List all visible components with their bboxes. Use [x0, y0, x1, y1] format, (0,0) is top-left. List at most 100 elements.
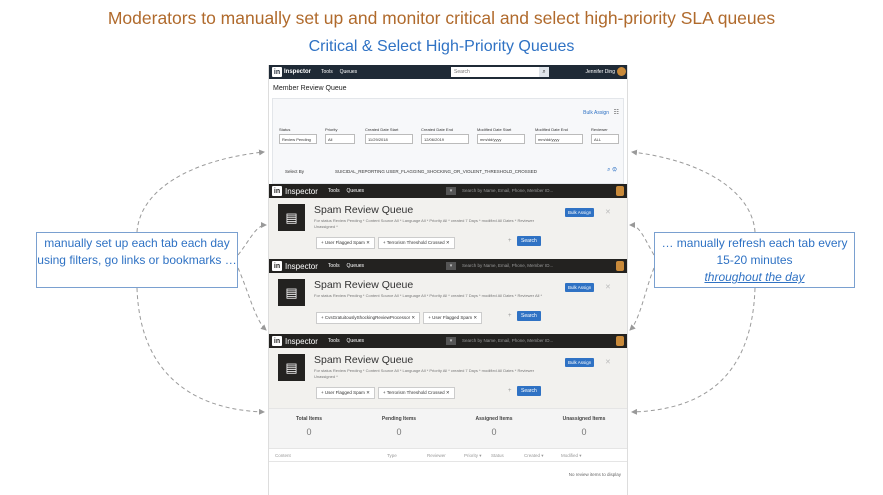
queue-filters-summary: For status Review Pending * Content Sour… — [314, 368, 535, 379]
person-icon[interactable]: ▾ — [446, 337, 456, 345]
avatar[interactable] — [617, 67, 626, 76]
avatar[interactable] — [616, 261, 624, 271]
callout-left-text: manually set up each tab each day using … — [37, 236, 237, 267]
close-icon[interactable]: ✕ — [605, 208, 611, 216]
top-nav-bar: in Inspector Tools Queues Search ⌕ Jenni… — [269, 65, 627, 79]
add-tag-icon[interactable]: + — [508, 238, 512, 244]
linkedin-logo-icon[interactable]: in — [272, 67, 282, 77]
tag-chip[interactable]: + User Flagged Spam ✕ — [423, 312, 483, 324]
column-modified[interactable]: Modified ▾ — [561, 453, 582, 459]
person-icon[interactable]: ▾ — [446, 262, 456, 270]
filter-panel: Bulk Assign ☷ Status Review Pending Prio… — [272, 98, 624, 184]
linkedin-logo-icon[interactable]: in — [272, 186, 282, 196]
filter-modified-end[interactable]: Modified Date End mm/dd/yyyy — [535, 127, 583, 144]
page-title: Member Review Queue — [273, 85, 347, 92]
arrow-left-4 — [136, 287, 265, 415]
bulk-assign-button[interactable]: Bulk Assign — [565, 208, 595, 217]
search-button[interactable]: Search — [517, 386, 541, 396]
avatar[interactable] — [616, 336, 624, 346]
linkedin-logo-icon[interactable]: in — [272, 336, 282, 346]
arrow-right-2 — [629, 222, 655, 256]
column-type[interactable]: Type — [387, 453, 397, 458]
filter-created-end[interactable]: Created Date End 12/06/2019 — [421, 127, 469, 144]
search-input[interactable]: Search by Name, Email, Phone, Member ID.… — [462, 338, 553, 343]
column-created[interactable]: Created ▾ — [524, 453, 544, 459]
user-name[interactable]: Jennifer Ding — [586, 69, 615, 75]
queue-filters-summary: For status Review Pending * Content Sour… — [314, 218, 535, 229]
add-tag-icon[interactable]: + — [508, 313, 512, 319]
person-icon[interactable]: ▾ — [446, 187, 456, 195]
filter-priority[interactable]: Priority All — [325, 127, 355, 144]
search-button[interactable]: Search — [517, 236, 541, 246]
select-by-search-icon[interactable]: ⌕ ⚙ — [607, 167, 617, 174]
nav-menu[interactable]: Tools Queues — [328, 188, 364, 194]
tag-chip[interactable]: + Terrorism Threshold Crossed ✕ — [377, 237, 455, 249]
card-nav-bar: in Inspector Tools Queues ▾ Search by Na… — [269, 334, 627, 348]
linkedin-logo-icon[interactable]: in — [272, 261, 282, 271]
filter-status[interactable]: Status Review Pending — [279, 127, 317, 144]
queue-icon: ▤ — [278, 354, 305, 381]
queue-title: Spam Review Queue — [314, 354, 414, 366]
queue-filters-summary: For status Review Pending * Content Sour… — [314, 293, 543, 298]
nav-menu[interactable]: Tools Queues — [328, 338, 364, 344]
close-icon[interactable]: ✕ — [605, 283, 611, 291]
avatar[interactable] — [616, 186, 624, 196]
card-nav-bar: in Inspector Tools Queues ▾ Search by Na… — [269, 259, 627, 273]
table-header: Content Type Reviewer Priority ▾ Status … — [269, 448, 627, 462]
add-tag-icon[interactable]: + — [508, 388, 512, 394]
tag-chip[interactable]: + User Flagged Spam ✕ — [316, 237, 375, 249]
tag-list: + User Flagged Spam ✕ + Terrorism Thresh… — [316, 387, 455, 399]
select-by-label: Select By — [285, 169, 305, 174]
filter-created-start[interactable]: Created Date Start 11/29/2018 — [365, 127, 413, 144]
bulk-assign-button[interactable]: Bulk Assign — [565, 283, 595, 292]
callout-right: … manually refresh each tab every 15-20 … — [654, 232, 855, 288]
column-status[interactable]: Status — [491, 453, 504, 458]
arrow-right-3 — [629, 267, 655, 331]
search-input[interactable]: Search by Name, Email, Phone, Member ID.… — [462, 263, 553, 268]
stat-total: Total Items 0 — [295, 416, 323, 437]
arrow-left-3 — [237, 267, 267, 331]
queue-title: Spam Review Queue — [314, 279, 414, 291]
callout-right-line1: … manually refresh each tab every 15-20 … — [661, 236, 848, 267]
stats-bar: Total Items 0 Pending Items 0 Assigned I… — [269, 408, 627, 448]
card-nav-bar: in Inspector Tools Queues ▾ Search by Na… — [269, 184, 627, 198]
search-input[interactable]: Search — [451, 67, 539, 77]
queue-icon: ▤ — [278, 279, 305, 306]
search-button[interactable]: Search — [517, 311, 541, 321]
filter-modified-start[interactable]: Modified Date Start mm/dd/yyyy — [477, 127, 525, 144]
queue-card-2: in Inspector Tools Queues ▾ Search by Na… — [269, 259, 627, 334]
tag-list: + User Flagged Spam ✕ + Terrorism Thresh… — [316, 237, 455, 249]
callout-left: manually set up each tab each day using … — [36, 232, 238, 288]
tag-chip[interactable]: + Terrorism Threshold Crossed ✕ — [377, 387, 455, 399]
stat-assigned: Assigned Items 0 — [475, 416, 513, 437]
arrow-left-1 — [136, 149, 265, 233]
bulk-assign-button[interactable]: Bulk Assign — [565, 358, 595, 367]
column-reviewer[interactable]: Reviewer — [427, 453, 446, 458]
callout-right-line2: throughout the day — [704, 270, 805, 284]
close-icon[interactable]: ✕ — [605, 358, 611, 366]
select-by-values[interactable]: SUICIDAL_REPORTING USER_FLAGGING_SHOCKIN… — [335, 169, 537, 174]
column-priority[interactable]: Priority ▾ — [464, 453, 482, 459]
queue-card-1: in Inspector Tools Queues ▾ Search by Na… — [269, 184, 627, 259]
queue-title: Spam Review Queue — [314, 204, 414, 216]
inspector-mockup: in Inspector Tools Queues Search ⌕ Jenni… — [268, 65, 628, 495]
stat-pending: Pending Items 0 — [381, 416, 417, 437]
tag-chip[interactable]: + User Flagged Spam ✕ — [316, 387, 375, 399]
app-brand[interactable]: Inspector — [284, 69, 311, 75]
tag-chip[interactable]: + CvsGratuitouslyShockingReviewProcessor… — [316, 312, 421, 324]
bulk-assign-link[interactable]: Bulk Assign — [583, 110, 609, 116]
filter-settings-icon[interactable]: ☷ — [614, 109, 619, 116]
search-icon[interactable]: ⌕ — [539, 67, 549, 77]
nav-menu[interactable]: Tools Queues — [321, 69, 357, 75]
arrow-right-4 — [631, 287, 756, 415]
filter-reviewer[interactable]: Reviewer ALL — [591, 127, 619, 144]
queue-icon: ▤ — [278, 204, 305, 231]
arrow-right-1 — [631, 149, 756, 233]
nav-menu[interactable]: Tools Queues — [328, 263, 364, 269]
empty-table-message: No review items to display — [568, 472, 621, 477]
app-brand[interactable]: Inspector — [285, 262, 318, 271]
search-input[interactable]: Search by Name, Email, Phone, Member ID.… — [462, 188, 553, 193]
app-brand[interactable]: Inspector — [285, 187, 318, 196]
app-brand[interactable]: Inspector — [285, 337, 318, 346]
column-content[interactable]: Content — [275, 453, 291, 458]
